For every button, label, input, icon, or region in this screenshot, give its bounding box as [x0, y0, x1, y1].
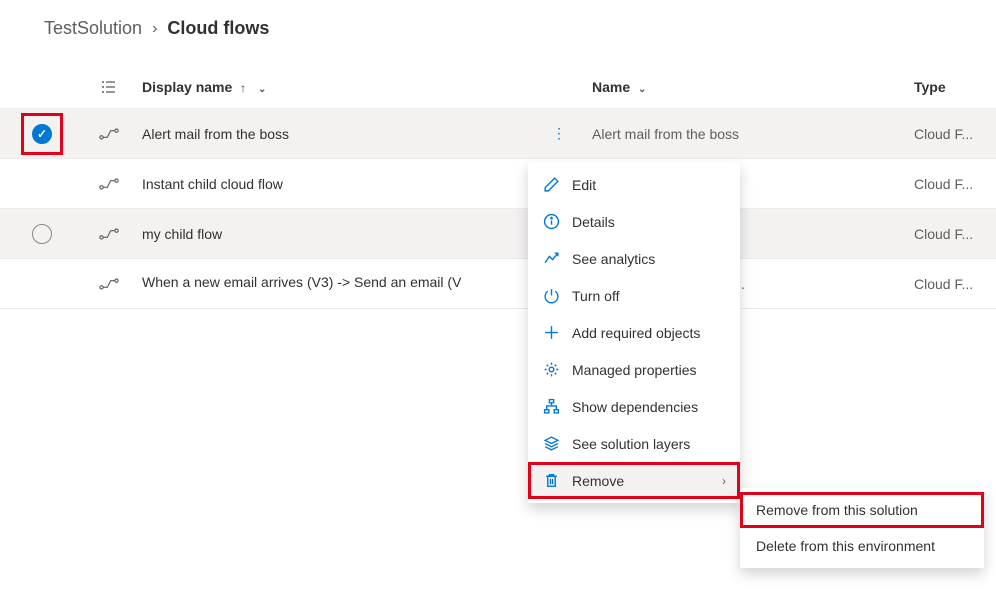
table-row[interactable]: Instant child cloud flow Cloud F... [0, 159, 996, 209]
row-type: Cloud F... [914, 176, 996, 192]
ctx-label: Add required objects [572, 325, 726, 341]
flow-icon [84, 277, 134, 291]
chevron-down-icon: ⌄ [258, 84, 266, 95]
breadcrumb: TestSolution › Cloud flows [0, 0, 996, 45]
row-type: Cloud F... [914, 126, 996, 142]
layers-icon [542, 435, 560, 452]
context-menu: Edit Details See analytics Turn off Add … [528, 162, 740, 503]
row-type: Cloud F... [914, 276, 996, 292]
hierarchy-icon [542, 398, 560, 415]
analytics-icon [542, 250, 560, 267]
list-view-icon[interactable] [84, 79, 134, 95]
ctx-label: Turn off [572, 288, 726, 304]
row-checkbox[interactable] [32, 224, 52, 244]
flow-icon [84, 227, 134, 241]
table-row[interactable]: When a new email arrives (V3) -> Send an… [0, 259, 996, 309]
edit-icon [542, 176, 560, 193]
info-icon [542, 213, 560, 230]
ctx-managed-props[interactable]: Managed properties [528, 351, 740, 388]
ctx-label: See analytics [572, 251, 726, 267]
ctx-details[interactable]: Details [528, 203, 740, 240]
ctx-add-required[interactable]: Add required objects [528, 314, 740, 351]
col-header-type-label: Type [914, 79, 946, 95]
row-type: Cloud F... [914, 226, 996, 242]
table-row[interactable]: Alert mail from the boss ⋮ Alert mail fr… [0, 109, 996, 159]
trash-icon [542, 472, 560, 489]
plus-icon [542, 324, 560, 341]
col-header-display-label: Display name [142, 79, 232, 95]
ctx-solution-layers[interactable]: See solution layers [528, 425, 740, 462]
ctx-label: Show dependencies [572, 399, 726, 415]
ctx-label: See solution layers [572, 436, 726, 452]
remove-submenu: Remove from this solution Delete from th… [740, 488, 984, 568]
ctx-remove[interactable]: Remove › [528, 462, 740, 499]
ctx-label: Details [572, 214, 726, 230]
row-display-name[interactable]: Alert mail from the boss [134, 126, 534, 142]
ctx-analytics[interactable]: See analytics [528, 240, 740, 277]
row-name: Alert mail from the boss [584, 126, 914, 142]
table-row[interactable]: my child flow Cloud F... [0, 209, 996, 259]
row-display-name[interactable]: When a new email arrives (V3) -> Send an… [134, 274, 534, 293]
ctx-label: Managed properties [572, 362, 726, 378]
chevron-down-icon: ⌄ [638, 84, 646, 95]
sort-ascending-icon: ↑ [240, 81, 246, 95]
table-header: Display name ↑ ⌄ Name ⌄ Type [0, 65, 996, 109]
ctx-dependencies[interactable]: Show dependencies [528, 388, 740, 425]
ctx-label: Edit [572, 177, 726, 193]
col-header-name-label: Name [592, 79, 630, 95]
ctx-turnoff[interactable]: Turn off [528, 277, 740, 314]
flow-icon [84, 177, 134, 191]
chevron-right-icon: › [722, 474, 726, 488]
chevron-right-icon: › [152, 20, 157, 38]
gear-icon [542, 361, 560, 378]
row-display-name[interactable]: Instant child cloud flow [134, 176, 534, 192]
breadcrumb-current: Cloud flows [167, 18, 269, 39]
flows-table: Display name ↑ ⌄ Name ⌄ Type Alert mail … [0, 65, 996, 309]
col-header-name[interactable]: Name ⌄ [584, 79, 914, 95]
more-actions-button[interactable]: ⋮ [544, 121, 574, 146]
power-icon [542, 287, 560, 304]
ctx-edit[interactable]: Edit [528, 166, 740, 203]
submenu-remove-solution[interactable]: Remove from this solution [740, 492, 984, 528]
breadcrumb-parent[interactable]: TestSolution [44, 18, 142, 39]
row-display-name[interactable]: my child flow [134, 226, 534, 242]
col-header-display[interactable]: Display name ↑ ⌄ [134, 79, 534, 95]
flow-icon [84, 127, 134, 141]
col-header-type[interactable]: Type [914, 79, 996, 95]
ctx-label: Remove [572, 473, 710, 489]
row-checkbox[interactable] [32, 124, 52, 144]
submenu-delete-env[interactable]: Delete from this environment [740, 528, 984, 564]
